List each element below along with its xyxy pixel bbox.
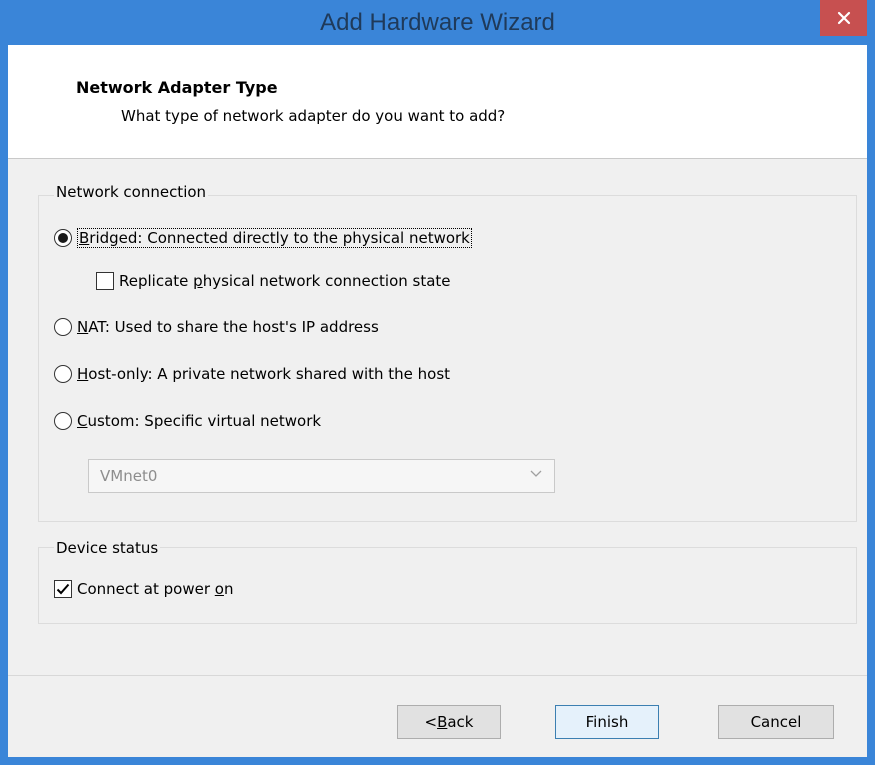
page-subtitle: What type of network adapter do you want… [121, 107, 506, 125]
button-separator [8, 675, 867, 676]
access-key: o [214, 580, 224, 598]
back-button[interactable]: < Back [397, 705, 501, 739]
cancel-button[interactable]: Cancel [718, 705, 834, 739]
access-key: C [77, 412, 88, 430]
radio-custom-label: Custom: Specific virtual network [77, 412, 321, 430]
window-border-left [0, 45, 8, 765]
radio-bridged-label: Bridged: Connected directly to the physi… [77, 228, 472, 248]
vmnet-select[interactable]: VMnet0 [88, 459, 555, 493]
checkbox-replicate-box[interactable] [96, 272, 114, 290]
checkmark-icon [56, 583, 70, 595]
label-text: ridged: Connected directly to the physic… [89, 229, 470, 247]
access-key: B [437, 713, 448, 731]
wizard-header: Network Adapter Type What type of networ… [8, 45, 867, 159]
window-border-bottom [0, 757, 875, 765]
radio-nat[interactable]: NAT: Used to share the host's IP address [54, 318, 379, 336]
checkbox-connect-at-power-on[interactable]: Connect at power on [54, 580, 233, 598]
access-key: B [79, 229, 90, 247]
chevron-down-icon [530, 470, 542, 477]
dialog-window: Add Hardware Wizard Network Adapter Type… [0, 0, 875, 765]
window-title: Add Hardware Wizard [320, 9, 555, 36]
label-text: hysical network connection state [202, 272, 451, 290]
checkbox-connect-at-power-on-label: Connect at power on [77, 580, 233, 598]
radio-button-host-only[interactable] [54, 365, 72, 383]
finish-button-label: Finish [585, 713, 629, 731]
title-bar[interactable]: Add Hardware Wizard [0, 0, 875, 45]
vmnet-select-value: VMnet0 [100, 467, 158, 485]
radio-dot [58, 233, 68, 243]
radio-host-only[interactable]: Host-only: A private network shared with… [54, 365, 450, 383]
label-text: ustom: Specific virtual network [87, 412, 322, 430]
wizard-body: Network connection Bridged: Connected di… [8, 159, 867, 757]
device-status-label: Device status [54, 539, 161, 557]
cancel-button-label: Cancel [750, 713, 802, 731]
access-key: p [193, 272, 203, 290]
access-key: H [77, 365, 89, 383]
close-icon [837, 11, 850, 25]
label-text: Connect at power [77, 580, 215, 598]
label-text: Replicate [119, 272, 194, 290]
label-text: ack [447, 713, 474, 731]
radio-nat-label: NAT: Used to share the host's IP address [77, 318, 379, 336]
radio-bridged[interactable]: Bridged: Connected directly to the physi… [54, 228, 472, 248]
label-text: ost-only: A private network shared with … [88, 365, 451, 383]
close-button[interactable] [820, 0, 867, 36]
access-key: N [77, 318, 89, 336]
radio-custom[interactable]: Custom: Specific virtual network [54, 412, 321, 430]
page-title: Network Adapter Type [76, 78, 278, 97]
network-connection-label: Network connection [54, 183, 209, 201]
radio-button-bridged[interactable] [54, 229, 72, 247]
radio-host-only-label: Host-only: A private network shared with… [77, 365, 450, 383]
label-text: n [223, 580, 234, 598]
finish-button[interactable]: Finish [555, 705, 659, 739]
window-border-right [867, 45, 875, 765]
label-text: < [424, 713, 438, 731]
checkbox-connect-at-power-on-box[interactable] [54, 580, 72, 598]
checkbox-replicate-label: Replicate physical network connection st… [119, 272, 451, 290]
checkbox-replicate[interactable]: Replicate physical network connection st… [96, 272, 451, 290]
radio-button-custom[interactable] [54, 412, 72, 430]
label-text: AT: Used to share the host's IP address [88, 318, 379, 336]
radio-button-nat[interactable] [54, 318, 72, 336]
